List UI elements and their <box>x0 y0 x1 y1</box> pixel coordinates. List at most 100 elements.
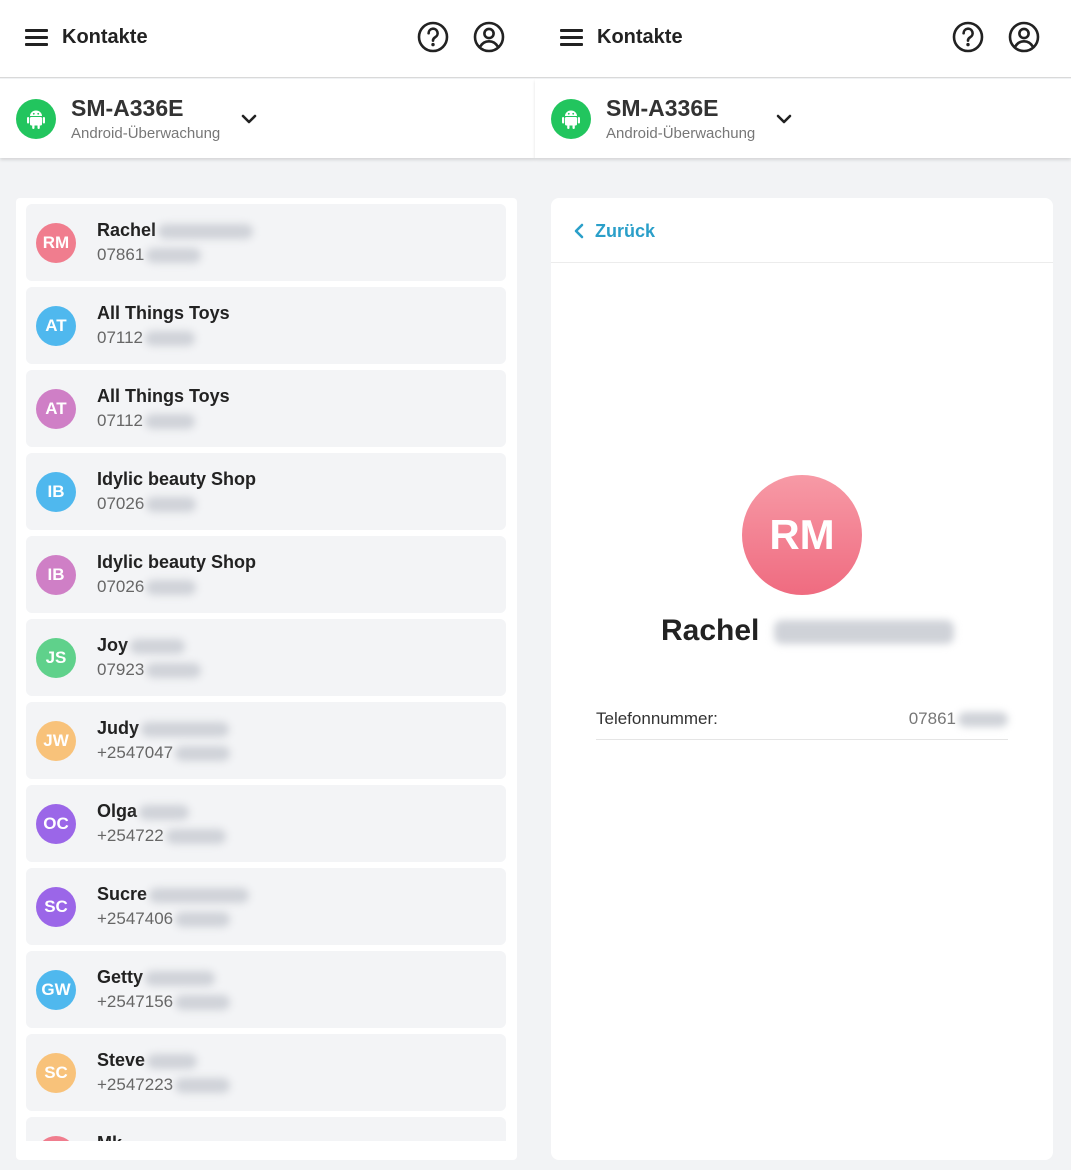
back-button[interactable]: Zurück <box>573 218 655 244</box>
contact-phone-text: 07112 <box>97 328 144 347</box>
contact-name: Idylic beauty Shop <box>97 552 256 573</box>
device-subtitle: Android-Überwachung <box>71 125 221 142</box>
contact-name-text: All Things Toys <box>97 386 230 406</box>
top-app-bar: Kontakte <box>535 0 1071 78</box>
redacted-digits <box>146 248 202 264</box>
redacted-text <box>141 721 230 737</box>
redacted-digits <box>146 580 197 596</box>
back-label: Zurück <box>595 220 656 241</box>
contact-avatar: OC <box>36 804 76 844</box>
contact-name: Rachel <box>661 614 954 648</box>
chevron-left-icon <box>574 223 584 239</box>
contact-phone-text: 07026 <box>97 577 145 596</box>
contact-list-item[interactable]: GW Getty +2547156 <box>26 951 506 1028</box>
redacted-digits <box>145 331 196 347</box>
contact-list-item[interactable]: IB Idylic beauty Shop 07026 <box>26 453 506 530</box>
contact-name-text: Sucre <box>97 884 148 904</box>
redacted-text <box>139 804 190 820</box>
contact-phone-text: 07112 <box>97 411 144 430</box>
contact-list-item[interactable]: JW Judy +2547047 <box>26 702 506 779</box>
contact-name: Joy <box>97 635 186 656</box>
redacted-surname <box>773 620 954 645</box>
contacts-list: RM Rachel 07861 AT All Things Toys 07112 AT All… <box>16 198 517 1160</box>
redacted-digits <box>958 712 1008 728</box>
redacted-digits <box>146 497 197 513</box>
contact-phone: +254722 <box>97 826 226 846</box>
contact-avatar: GW <box>36 970 76 1010</box>
contact-phone: 07112 <box>97 411 196 431</box>
contact-list-item[interactable]: OC Olga +254722 <box>26 785 506 862</box>
contact-list-item[interactable]: RM Rachel 07861 <box>26 204 506 281</box>
contact-avatar: SC <box>36 887 76 927</box>
contact-phone: +2547047 <box>97 743 231 763</box>
chevron-down-icon[interactable] <box>773 108 795 130</box>
contact-phone-text: +254722 <box>97 826 164 845</box>
contact-first-name: Rachel <box>661 614 760 647</box>
redacted-text <box>147 1053 198 1069</box>
contact-phone: 07861 <box>97 245 202 265</box>
contact-phone-text: 07923 <box>97 660 145 679</box>
contact-name: All Things Toys <box>97 303 230 324</box>
contact-list-item[interactable]: MK Mk <box>26 1117 506 1141</box>
contact-name: Rachel <box>97 220 254 241</box>
contact-name-text: Olga <box>97 801 138 821</box>
contact-list-item[interactable]: AT All Things Toys 07112 <box>26 370 506 447</box>
redacted-digits <box>175 912 231 928</box>
phone-value-text: 07861 <box>908 709 956 728</box>
redacted-digits <box>175 746 231 762</box>
contact-name: Steve <box>97 1050 198 1071</box>
contact-list-item[interactable]: AT All Things Toys 07112 <box>26 287 506 364</box>
contact-avatar: IB <box>36 472 76 512</box>
phone-field-row: Telefonnummer: 07861 <box>596 700 1008 740</box>
device-name: SM-A336E <box>606 95 719 121</box>
contact-name: Olga <box>97 801 190 822</box>
help-icon[interactable] <box>416 20 450 54</box>
account-icon[interactable] <box>472 20 506 54</box>
help-icon[interactable] <box>951 20 985 54</box>
contact-list-item[interactable]: IB Idylic beauty Shop 07026 <box>26 536 506 613</box>
contact-name-text: Idylic beauty Shop <box>97 469 257 489</box>
contact-phone: +2547223 <box>97 1075 231 1095</box>
android-icon <box>16 99 56 139</box>
contact-phone-text: +2547047 <box>97 743 174 762</box>
contact-name: Idylic beauty Shop <box>97 469 256 490</box>
redacted-digits <box>175 1078 231 1094</box>
redacted-digits <box>145 414 196 430</box>
divider <box>551 262 1053 263</box>
contact-phone-text: 07861 <box>97 245 145 264</box>
contact-name-text: All Things Toys <box>97 303 230 323</box>
contact-detail-panel: Kontakte SM-A336E Android-Überwachung Zu… <box>535 0 1071 1170</box>
contact-phone: +2547156 <box>97 992 231 1012</box>
contact-name: Sucre <box>97 884 250 905</box>
contact-name: Mk <box>97 1133 122 1141</box>
contact-detail-card: Zurück RM Rachel Telefonnummer: 07861 <box>551 198 1053 1160</box>
contact-phone-text: 07026 <box>97 494 145 513</box>
redacted-digits <box>165 829 226 845</box>
top-app-bar: Kontakte <box>0 0 535 78</box>
contact-name: Getty <box>97 967 216 988</box>
redacted-text <box>158 223 254 239</box>
contact-name: Judy <box>97 718 230 739</box>
chevron-down-icon[interactable] <box>238 108 260 130</box>
phone-value[interactable]: 07861 <box>909 709 1008 729</box>
contacts-list-scroll[interactable]: RM Rachel 07861 AT All Things Toys 07112 AT All… <box>26 204 506 1141</box>
page-title: Kontakte <box>597 26 683 48</box>
android-icon <box>551 99 591 139</box>
contact-list-item[interactable]: SC Sucre +2547406 <box>26 868 506 945</box>
contact-name-text: Mk <box>97 1133 122 1141</box>
contact-avatar: IB <box>36 555 76 595</box>
contact-name: All Things Toys <box>97 386 230 407</box>
contact-avatar: JS <box>36 638 76 678</box>
contact-phone: 07026 <box>97 494 197 514</box>
hamburger-menu-icon[interactable] <box>560 28 583 46</box>
contact-avatar: MK <box>36 1136 76 1141</box>
hamburger-menu-icon[interactable] <box>25 28 48 46</box>
contact-list-item[interactable]: JS Joy 07923 <box>26 619 506 696</box>
contacts-list-panel: Kontakte SM-A336E Android-Überwachung RM… <box>0 0 535 1170</box>
contact-name-text: Rachel <box>97 220 157 240</box>
page-title: Kontakte <box>62 26 148 48</box>
phone-label: Telefonnummer: <box>596 709 718 728</box>
account-icon[interactable] <box>1007 20 1041 54</box>
contact-list-item[interactable]: SC Steve +2547223 <box>26 1034 506 1111</box>
contact-phone: 07112 <box>97 328 196 348</box>
